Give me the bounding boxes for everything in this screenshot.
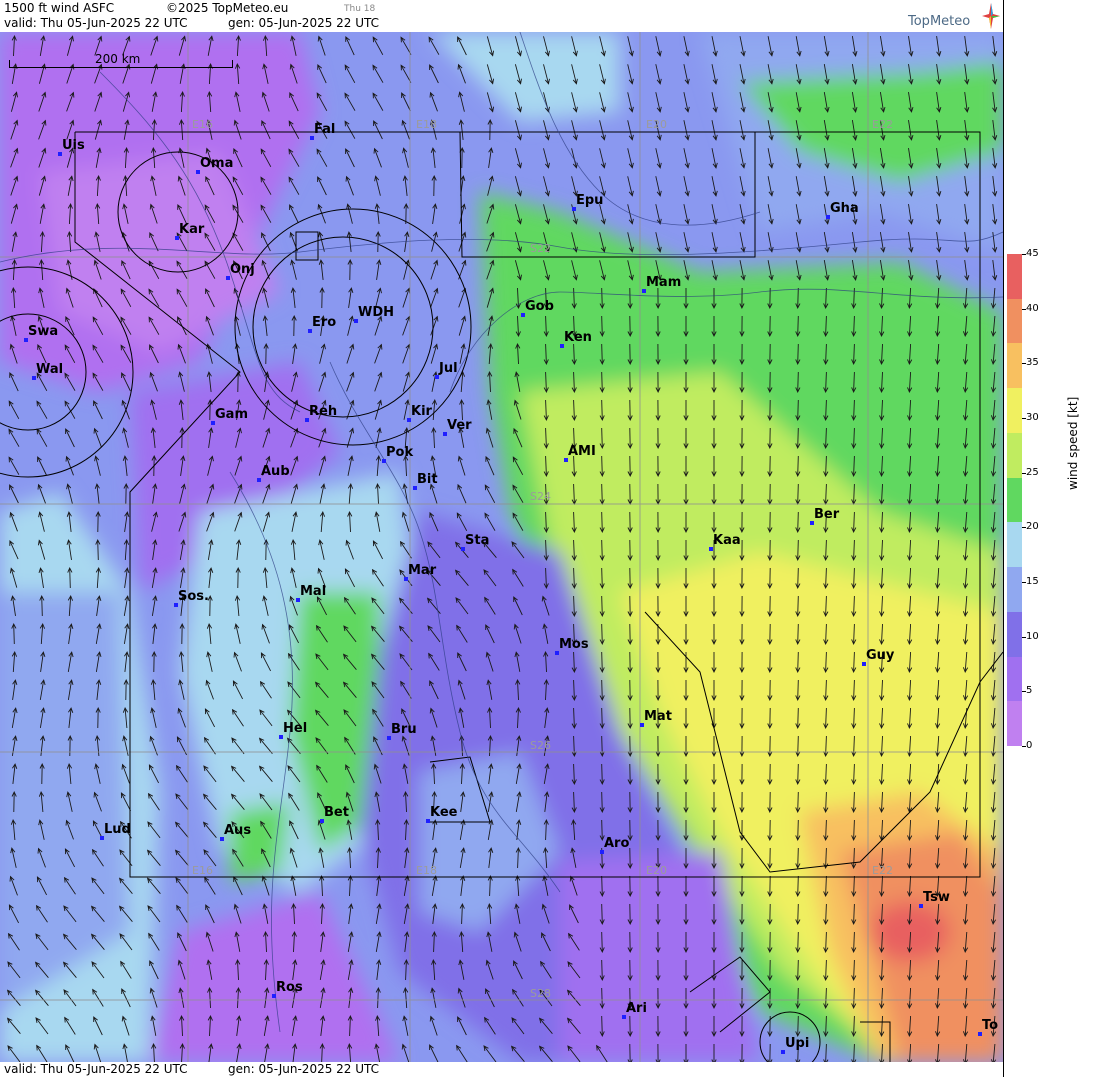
city-label: Bit <box>417 472 438 487</box>
city-label: Epu <box>576 193 604 208</box>
colorbar-tick-label: 5 <box>1026 685 1033 697</box>
colorbar-tick-label: 40 <box>1026 302 1039 314</box>
generated-time: gen: 05-Jun-2025 22 UTC <box>228 16 380 30</box>
colorbar-segment <box>1007 522 1022 568</box>
topmeteo-logo-icon <box>982 3 1000 29</box>
city-label: Wal <box>36 362 64 377</box>
scale-bar: 200 km <box>9 52 233 72</box>
city-label: Mam <box>646 275 682 290</box>
longitude-label: E22 <box>872 864 893 877</box>
topmeteo-logo: TopMeteo <box>908 14 971 29</box>
colorbar-segment <box>1007 477 1022 523</box>
valid-time: valid: Thu 05-Jun-2025 22 UTC <box>4 16 188 30</box>
copyright: ©2025 TopMeteo.eu <box>166 1 289 15</box>
longitude-label: E18 <box>416 864 437 877</box>
city-label: Gam <box>215 407 248 422</box>
colorbar-segment <box>1007 611 1022 658</box>
longitude-label: E16 <box>192 118 213 131</box>
city-label: To <box>982 1018 999 1033</box>
colorbar-segment <box>1007 343 1022 389</box>
footer-generated-time: gen: 05-Jun-2025 22 UTC <box>228 1062 380 1076</box>
colorbar-segment <box>1007 656 1022 702</box>
city-label: Uis <box>62 138 85 153</box>
hour-label: Thu 18 <box>344 4 376 14</box>
city-label: Kee <box>430 805 458 820</box>
city-label: Onj <box>230 262 255 277</box>
city-label: Ero <box>312 315 337 330</box>
city-label: Fal <box>314 122 336 137</box>
city-label: Gha <box>830 201 859 216</box>
latitude-label: S24 <box>530 490 551 503</box>
colorbar-segment <box>1007 432 1022 479</box>
latitude-label: S28 <box>530 987 551 1000</box>
colorbar-tick-label: 0 <box>1026 740 1033 751</box>
city-label: Mar <box>408 563 437 578</box>
city-label: Hel <box>283 721 308 736</box>
longitude-label: E20 <box>646 118 667 131</box>
colorbar-segment <box>1007 567 1022 613</box>
header-bar: 1500 ft wind ASFC ©2025 TopMeteo.eu Thu … <box>0 0 1003 32</box>
city-label: Oma <box>200 156 234 171</box>
city-label: Reh <box>309 404 338 419</box>
city-label: Sta <box>465 533 490 548</box>
colorbar-segment <box>1007 298 1022 344</box>
city-label: Upi <box>785 1036 810 1051</box>
colorbar-segment <box>1007 254 1022 300</box>
city-label: Sos. <box>178 589 209 604</box>
city-label: Mat <box>644 709 672 724</box>
colorbar-tick-label: 30 <box>1026 412 1039 423</box>
city-label: Kaa <box>713 533 741 548</box>
longitude-label: E20 <box>646 864 667 877</box>
city-label: Ken <box>564 330 592 345</box>
city-label: Swa <box>28 324 59 339</box>
colorbar-tick-label: 15 <box>1026 576 1039 587</box>
longitude-label: E18 <box>416 118 437 131</box>
city-label: Mos <box>559 637 589 652</box>
colorbar-segment <box>1007 388 1022 434</box>
city-label: Aub <box>261 464 290 479</box>
longitude-label: E16 <box>192 864 213 877</box>
city-label: Mal <box>300 584 327 599</box>
city-label: AMI <box>568 444 596 459</box>
city-label: Lud <box>104 822 131 837</box>
city-label: Ber <box>814 507 840 522</box>
wind-map[interactable]: 200 km E16 E16 E18 E18 E20 E20 E22 E22 S22 S24 S26… <box>0 32 1003 1062</box>
latitude-label: S22 <box>530 242 551 255</box>
colorbar-segment <box>1007 701 1022 747</box>
colorbar-title: wind speed [kt] <box>1066 396 1080 490</box>
latitude-label: S26 <box>530 739 551 752</box>
city-label: Gob <box>525 299 554 314</box>
city-label: Kar <box>179 222 205 237</box>
city-label: Pok <box>386 445 414 460</box>
city-label: Bet <box>324 805 349 820</box>
city-label: Bru <box>391 722 417 737</box>
colorbar-tick-label: 35 <box>1026 357 1039 369</box>
colorbar-tick-label: 45 <box>1026 248 1039 259</box>
scale-label: 200 km <box>95 52 141 66</box>
colorbar: 0 5 10 15 20 25 30 35 40 45 wind speed [kt] <box>1003 0 1095 1077</box>
colorbar-tick-label: 10 <box>1026 630 1039 642</box>
city-label: Tsw <box>923 890 950 905</box>
wind-field <box>0 32 1003 1062</box>
footer-valid-time: valid: Thu 05-Jun-2025 22 UTC <box>4 1062 188 1076</box>
footer-bar: valid: Thu 05-Jun-2025 22 UTC gen: 05-Ju… <box>0 1062 1003 1077</box>
colorbar-tick-label: 20 <box>1026 521 1039 533</box>
city-label: Aus <box>224 823 252 838</box>
city-label: Aro <box>604 836 630 851</box>
city-label: Ros <box>276 980 303 995</box>
city-label: Guy <box>866 648 895 663</box>
longitude-label: E22 <box>872 118 893 131</box>
city-label: WDH <box>358 305 395 320</box>
city-label: Ver <box>447 418 472 433</box>
city-label: Ari <box>626 1001 647 1016</box>
colorbar-tick-label: 25 <box>1026 466 1039 478</box>
map-title: 1500 ft wind ASFC <box>4 1 115 15</box>
city-label: Kir <box>411 404 432 419</box>
city-label: Jul <box>439 361 458 376</box>
